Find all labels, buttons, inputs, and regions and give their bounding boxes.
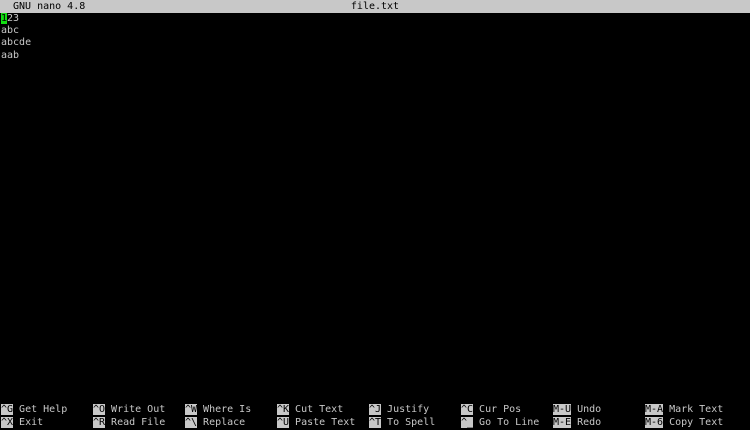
shortcut-label: Read File: [111, 417, 166, 428]
shortcut-label: To Spell: [387, 417, 436, 428]
shortcut-cur-pos[interactable]: ^C Cur Pos: [461, 404, 521, 416]
text-line-content: abc: [1, 25, 20, 37]
text-line-content: abcde: [1, 37, 32, 49]
shortcut-to-spell[interactable]: ^T To Spell: [369, 417, 435, 429]
shortcut-key: M-U: [553, 404, 572, 415]
shortcut-label: Exit: [19, 417, 44, 428]
shortcut-key: ^X: [1, 417, 14, 428]
shortcut-label: Write Out: [111, 404, 166, 415]
shortcut-key: ^C: [461, 404, 474, 415]
shortcut-label: Mark Text: [669, 404, 724, 415]
shortcut-label: Get Help: [19, 404, 68, 415]
shortcut-key: ^W: [185, 404, 198, 415]
text-line[interactable]: 123: [1, 13, 749, 25]
shortcut-key: ^\: [185, 417, 198, 428]
file-name: file.txt: [350, 1, 400, 12]
shortcut-cut-text[interactable]: ^K Cut Text: [277, 404, 343, 416]
shortcut-replace[interactable]: ^\ Replace: [185, 417, 245, 429]
shortcut-key: ^_: [461, 417, 474, 428]
shortcut-key: ^O: [93, 404, 106, 415]
text-line-content: 23: [7, 13, 20, 24]
shortcut-mark-text[interactable]: M-A Mark Text: [645, 404, 723, 416]
shortcut-label: Cut Text: [295, 404, 344, 415]
shortcut-label: Undo: [577, 404, 602, 415]
shortcut-write-out[interactable]: ^O Write Out: [93, 404, 165, 416]
title-bar: GNU nano 4.8 file.txt: [0, 0, 750, 13]
shortcut-key: ^J: [369, 404, 382, 415]
shortcut-get-help[interactable]: ^G Get Help: [1, 404, 67, 416]
shortcut-key: ^G: [1, 404, 14, 415]
shortcut-redo[interactable]: M-E Redo: [553, 417, 601, 429]
shortcut-paste-text[interactable]: ^U Paste Text: [277, 417, 355, 429]
shortcut-undo[interactable]: M-U Undo: [553, 404, 601, 416]
text-line[interactable]: aab: [1, 50, 749, 62]
text-line[interactable]: abcde: [1, 37, 749, 49]
shortcut-bar: ^G Get Help ^X Exit ^O Write Out ^R Read Fil…: [0, 404, 750, 430]
shortcut-key: ^U: [277, 417, 290, 428]
shortcut-copy-text[interactable]: M-6 Copy Text: [645, 417, 723, 429]
shortcut-exit[interactable]: ^X Exit: [1, 417, 43, 429]
shortcut-label: Cur Pos: [479, 404, 522, 415]
shortcut-key: ^T: [369, 417, 382, 428]
shortcut-label: Replace: [203, 417, 246, 428]
shortcut-go-to-line[interactable]: ^_ Go To Line: [461, 417, 539, 429]
shortcut-label: Redo: [577, 417, 602, 428]
shortcut-key: M-A: [645, 404, 664, 415]
shortcut-label: Justify: [387, 404, 430, 415]
shortcut-key: ^K: [277, 404, 290, 415]
shortcut-where-is[interactable]: ^W Where Is: [185, 404, 251, 416]
shortcut-read-file[interactable]: ^R Read File: [93, 417, 165, 429]
shortcut-justify[interactable]: ^J Justify: [369, 404, 429, 416]
shortcut-key: ^R: [93, 417, 106, 428]
text-line[interactable]: abc: [1, 25, 749, 37]
shortcut-label: Go To Line: [479, 417, 540, 428]
shortcut-key: M-E: [553, 417, 572, 428]
text-line-content: aab: [1, 49, 20, 61]
shortcut-key: M-6: [645, 417, 664, 428]
shortcut-label: Paste Text: [295, 417, 356, 428]
shortcut-label: Copy Text: [669, 417, 724, 428]
shortcut-label: Where Is: [203, 404, 252, 415]
editor-area[interactable]: 123 abc abcde aab: [1, 13, 749, 393]
